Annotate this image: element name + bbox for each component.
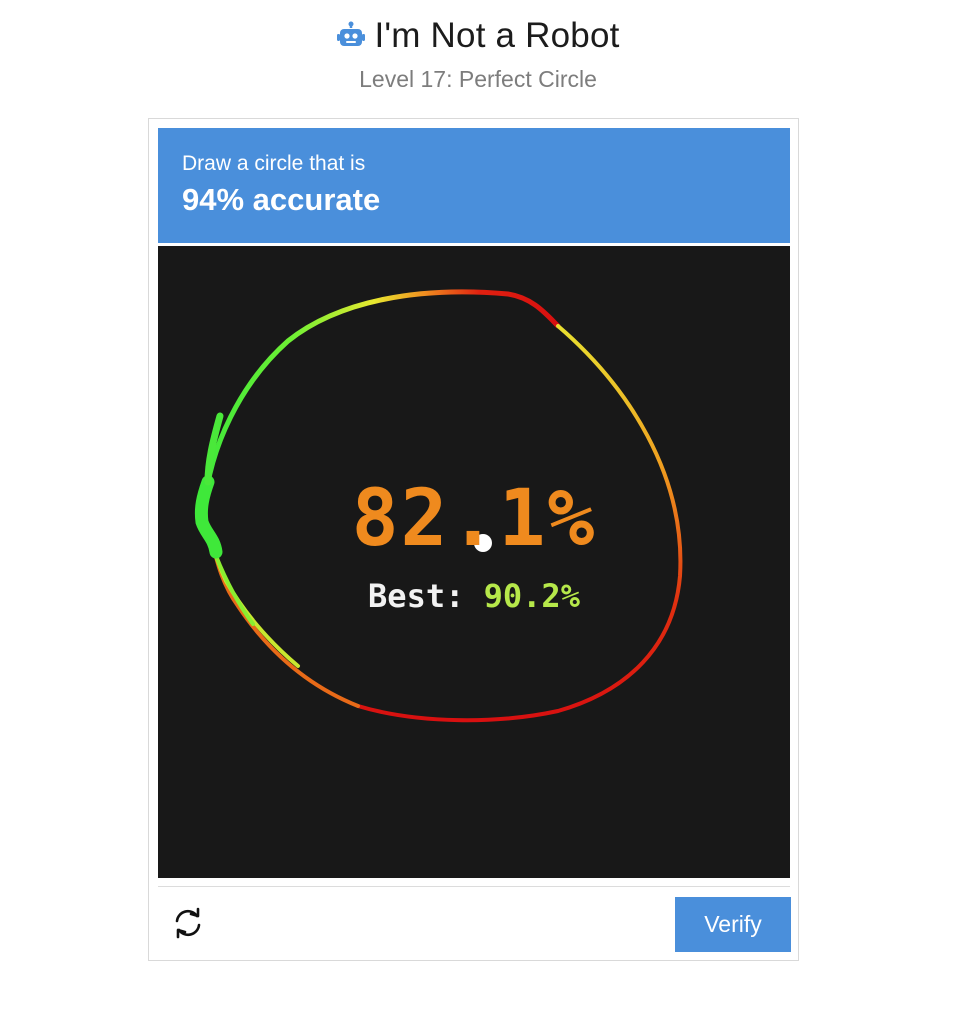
- robot-icon: [337, 21, 366, 46]
- page-title: I'm Not a Robot: [374, 16, 620, 55]
- best-score-label: Best:: [368, 577, 465, 615]
- title-row: I'm Not a Robot: [0, 12, 956, 60]
- challenge-instruction: Draw a circle that is: [182, 152, 366, 175]
- best-score-value: 90.2%: [483, 577, 580, 615]
- drawing-canvas[interactable]: 82.1% Best: 90.2%: [158, 246, 790, 878]
- captcha-card: Draw a circle that is 94% accurate 82.1%…: [148, 118, 799, 961]
- challenge-target: 94% accurate: [182, 182, 381, 217]
- captcha-page: I'm Not a Robot Level 17: Perfect Circle…: [0, 0, 956, 1024]
- verify-button[interactable]: Verify: [675, 897, 791, 952]
- challenge-banner: Draw a circle that is 94% accurate: [158, 128, 790, 243]
- accuracy-score: 82.1%: [351, 474, 597, 564]
- best-score-row: Best: 90.2%: [158, 576, 790, 616]
- level-subtitle: Level 17: Perfect Circle: [359, 66, 597, 92]
- footer-divider: [158, 886, 790, 887]
- refresh-icon[interactable]: [171, 906, 205, 940]
- page-header: I'm Not a Robot Level 17: Perfect Circle: [0, 12, 956, 93]
